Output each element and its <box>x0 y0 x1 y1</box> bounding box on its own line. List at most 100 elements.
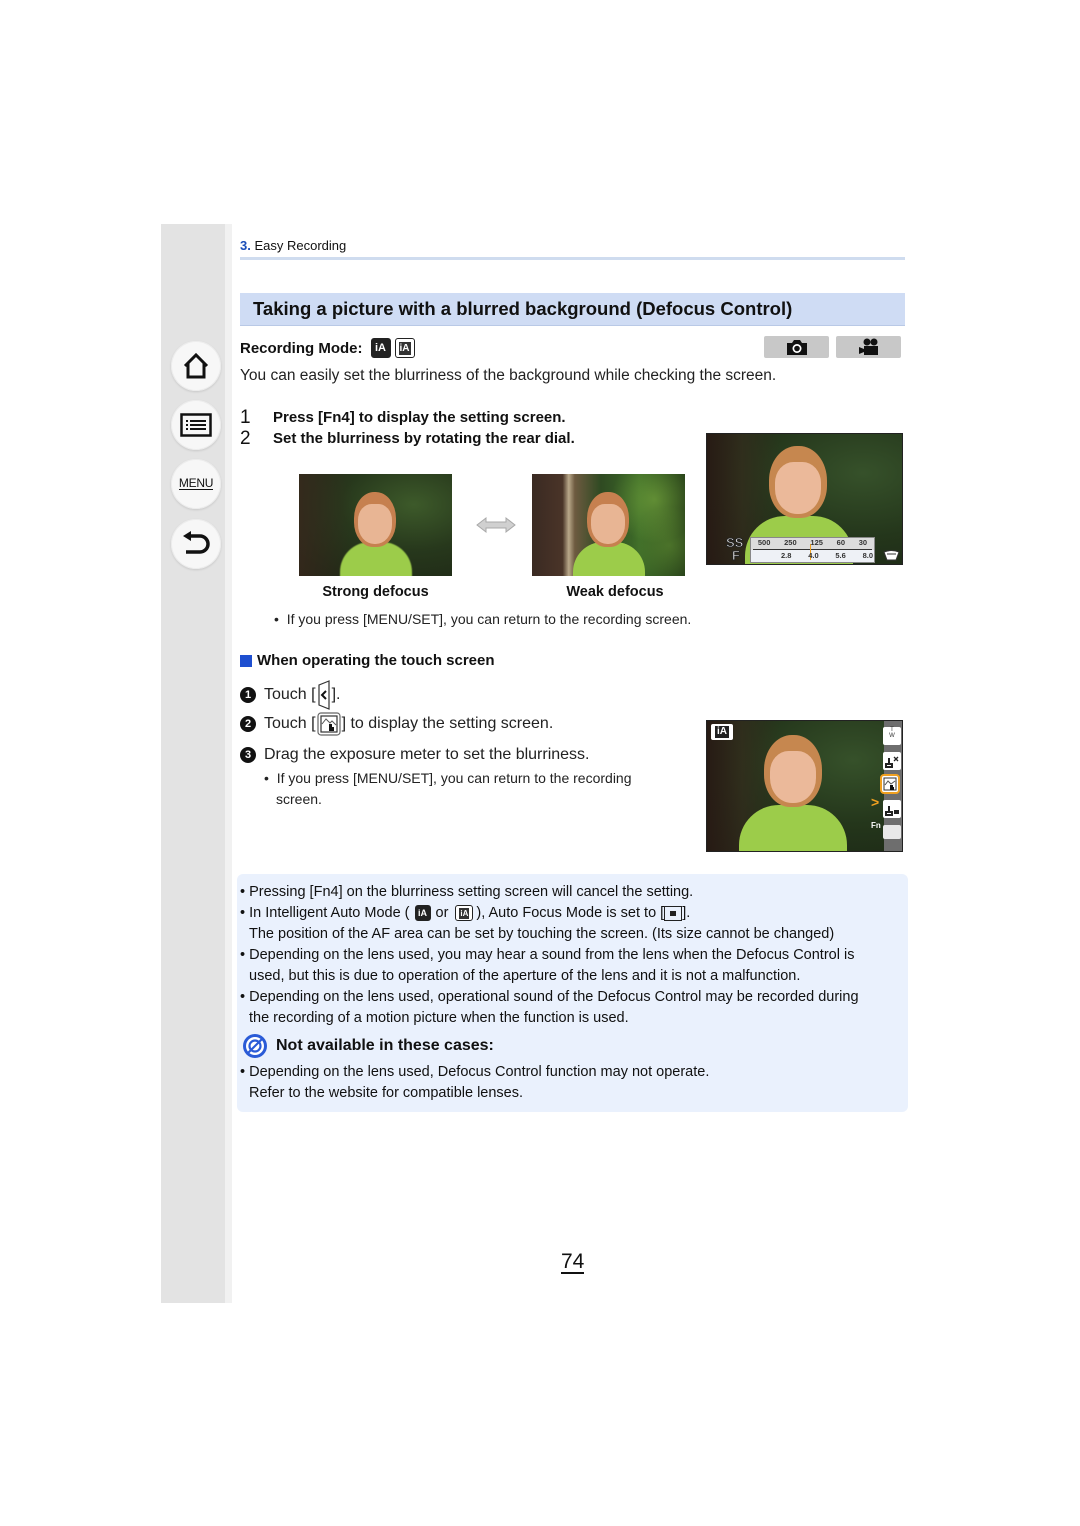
note-text: or <box>435 905 449 921</box>
open-tab-chevron[interactable]: > <box>871 794 879 810</box>
note-4: • Depending on the lens used, operationa… <box>240 989 859 1005</box>
fn-label: Fn <box>871 821 881 830</box>
touch-heading: When operating the touch screen <box>240 652 495 669</box>
exposure-meter[interactable]: 500 250 125 60 30 2.8 4.0 5.6 8.0 <box>750 537 875 563</box>
step-badge: 3 <box>240 747 256 763</box>
intelligent-auto-icon: iA <box>370 338 391 358</box>
intelligent-auto-plus-icon: iA <box>394 338 415 358</box>
section-header: Taking a picture with a blurred backgrou… <box>240 293 905 326</box>
step-number: 2 <box>240 428 251 449</box>
step-note: • If you press [MENU/SET], you can retur… <box>274 611 692 627</box>
breadcrumb: 3. Easy Recording <box>240 238 346 253</box>
touch-step-text: Touch [ <box>264 686 316 703</box>
defocus-control-icon <box>883 777 897 791</box>
note-4-continued: the recording of a motion picture when t… <box>249 1010 629 1026</box>
header-rule <box>240 257 905 260</box>
home-icon <box>183 352 209 379</box>
weak-defocus-photo <box>532 474 685 576</box>
page-number: 74 <box>561 1250 585 1274</box>
step-text: Press [Fn4] to display the setting scree… <box>273 409 566 426</box>
chapter-title: Easy Recording <box>254 238 347 253</box>
touch-shutter-button[interactable] <box>883 752 901 770</box>
defocus-touch-button[interactable] <box>880 774 900 794</box>
touch-ae-icon <box>885 806 899 816</box>
shutter-value: 500 <box>757 538 771 547</box>
shutter-value: 30 <box>858 538 868 547</box>
touch-note: • If you press [MENU/SET], you can retur… <box>264 770 632 786</box>
not-available-icon <box>243 1034 267 1058</box>
intro-text: You can easily set the blurriness of the… <box>240 367 777 384</box>
step-badge: 1 <box>240 687 256 703</box>
camera-icon <box>786 339 807 355</box>
note-text: Pressing [Fn4] on the blurriness setting… <box>249 884 694 900</box>
recording-mode: Recording Mode: iA iA <box>240 338 415 358</box>
back-button[interactable] <box>171 519 221 569</box>
f-label: F <box>732 548 741 563</box>
fn-button[interactable] <box>883 825 901 839</box>
aperture-value: 4.0 <box>808 551 819 560</box>
intelligent-auto-plus-icon: iA <box>455 905 474 921</box>
note-text: Depending on the lens used, Defocus Cont… <box>249 1064 710 1080</box>
strong-defocus-caption: Strong defocus <box>322 584 429 600</box>
camera-screen-defocus: SS F 500 250 125 60 30 2.8 4.0 5.6 8.0 <box>706 433 903 565</box>
step-badge: 2 <box>240 716 256 732</box>
aperture-value: 8.0 <box>862 551 873 560</box>
note-text: Depending on the lens used, you may hear… <box>249 947 855 963</box>
touch-ae-button[interactable] <box>883 800 901 818</box>
shutter-value: 250 <box>784 538 797 547</box>
mode-indicator-text: iA <box>715 726 729 738</box>
contents-button[interactable] <box>171 400 221 450</box>
touch-note-continued: screen. <box>276 791 322 807</box>
touch-step-2: 2 Touch [ ] to display the setting scree… <box>240 712 553 736</box>
touch-step-text: Drag the exposure meter to set the blurr… <box>264 746 590 763</box>
step-2: 2 Set the blurriness by rotating the rea… <box>240 428 575 449</box>
rear-dial-icon <box>883 550 900 561</box>
video-mode-badge <box>836 336 901 358</box>
note-text: Depending on the lens used, operational … <box>249 989 859 1005</box>
weak-defocus-caption: Weak defocus <box>566 584 664 600</box>
section-title: Taking a picture with a blurred backgrou… <box>253 298 793 319</box>
note-3: • Depending on the lens used, you may he… <box>240 947 855 963</box>
camera-screen-touch: iA TW > Fn <box>706 720 903 852</box>
not-available-title: Not available in these cases: <box>276 1037 494 1054</box>
touch-step-3: 3 Drag the exposure meter to set the blu… <box>240 746 590 764</box>
video-camera-icon <box>858 338 878 355</box>
menu-button[interactable]: MENU <box>171 459 221 509</box>
strong-defocus-photo <box>299 474 452 576</box>
touch-step-text: ] to display the setting screen. <box>341 715 554 732</box>
touch-heading-text: When operating the touch screen <box>257 652 495 669</box>
chapter-number: 3. <box>240 238 251 253</box>
note-2: • In Intelligent Auto Mode ( iA or iA ),… <box>240 905 691 921</box>
square-bullet-icon <box>240 654 252 667</box>
photo-mode-badge <box>764 336 829 358</box>
shutter-value: 60 <box>836 538 846 547</box>
note-text: ), Auto Focus Mode is set to [ <box>476 905 665 921</box>
home-button[interactable] <box>171 341 221 391</box>
touch-shutter-icon <box>885 756 899 768</box>
touch-step-text: Touch [ <box>264 715 316 732</box>
aperture-value: 2.8 <box>781 551 792 560</box>
note-text: ]. <box>682 905 691 921</box>
touch-step-text: ]. <box>331 686 341 703</box>
note-1: • Pressing [Fn4] on the blurriness setti… <box>240 884 694 900</box>
not-available-item-continued: Refer to the website for compatible lens… <box>249 1085 524 1101</box>
sidebar-edge <box>225 224 232 1303</box>
menu-label: MENU <box>178 476 214 490</box>
tab-open-icon <box>317 680 330 710</box>
note-text: In Intelligent Auto Mode ( <box>249 905 410 921</box>
back-arrow-icon <box>183 531 210 554</box>
af-1-area-icon <box>664 905 683 921</box>
intelligent-auto-icon: iA <box>414 905 431 921</box>
touch-note-text: If you press [MENU/SET], you can return … <box>276 770 632 786</box>
not-available-heading: Not available in these cases: <box>242 1033 494 1059</box>
zoom-touch-button[interactable]: TW <box>883 727 901 745</box>
recording-mode-label: Recording Mode: <box>240 339 363 357</box>
step-note-text: If you press [MENU/SET], you can return … <box>286 611 692 627</box>
shutter-value: 125 <box>810 538 823 547</box>
note-3-continued: used, but this is due to operation of th… <box>249 968 801 984</box>
note-2-continued: The position of the AF area can be set b… <box>249 926 835 942</box>
list-icon <box>180 413 212 437</box>
touch-step-1: 1 Touch [ ]. <box>240 680 340 710</box>
double-arrow-icon <box>476 516 516 534</box>
step-number: 1 <box>240 407 251 428</box>
